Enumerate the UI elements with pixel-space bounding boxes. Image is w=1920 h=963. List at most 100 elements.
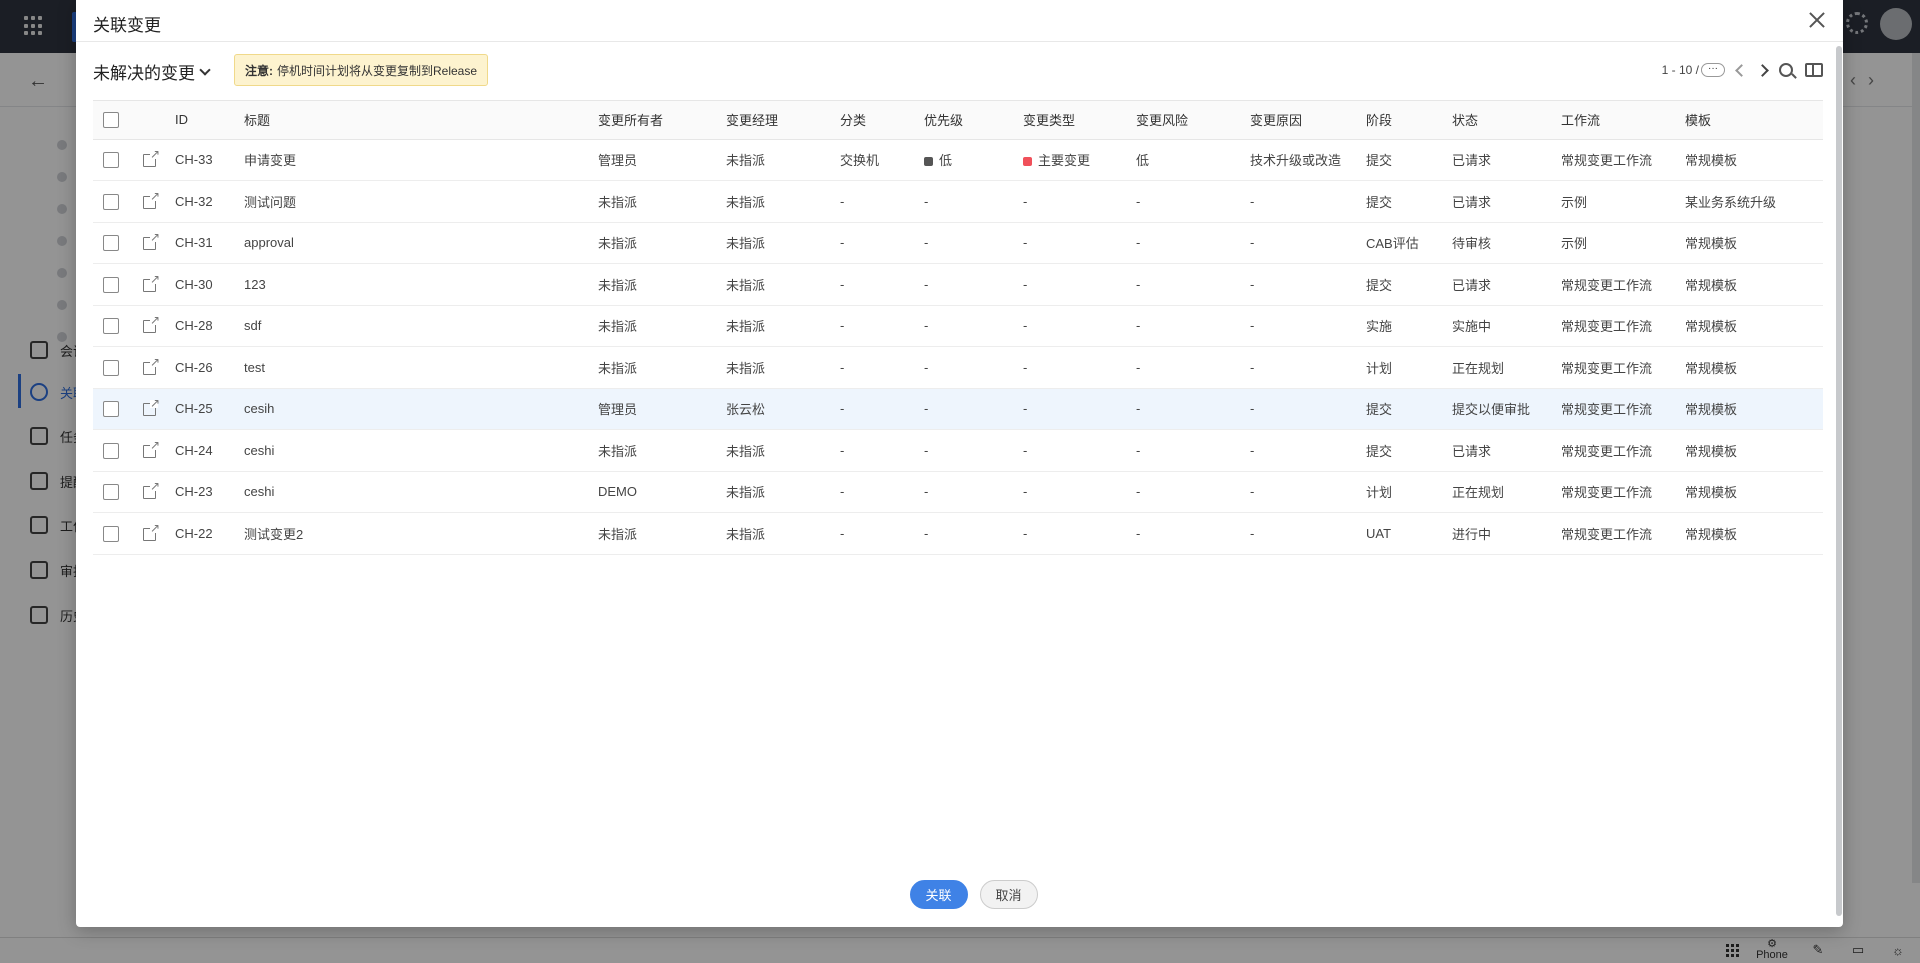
- column-settings-icon[interactable]: [1805, 63, 1823, 77]
- notice-banner: 注意: 停机时间计划将从变更复制到Release: [234, 54, 489, 86]
- column-header[interactable]: 状态: [1452, 101, 1561, 140]
- row-checkbox[interactable]: [103, 235, 119, 252]
- table-cell: 计划: [1366, 471, 1452, 513]
- cell-risk: -: [1136, 318, 1141, 334]
- cell-status: 待审核: [1452, 236, 1492, 252]
- cell-title[interactable]: 申请变更: [244, 153, 296, 168]
- table-row[interactable]: CH-23 ceshi DEMO 未指派 - - - - - 计划 正在规划 常规变更工作流 常规模板: [93, 471, 1823, 513]
- chevron-left-icon[interactable]: [1735, 63, 1748, 77]
- open-external-icon[interactable]: [143, 439, 160, 458]
- open-external-icon[interactable]: [143, 273, 160, 292]
- table-row[interactable]: CH-26 test 未指派 未指派 - - - - - 计划 正在规划 常规变更工作流 常规模板: [93, 346, 1823, 389]
- dialog-scrollbar[interactable]: [1836, 46, 1842, 916]
- row-checkbox[interactable]: [103, 442, 119, 459]
- table-cell: 未指派: [726, 471, 840, 513]
- cell-reason: -: [1250, 525, 1255, 541]
- table-row[interactable]: CH-22 测试变更2 未指派 未指派 - - - - - UAT 进行中 常规变更工作流 常规模板: [93, 512, 1823, 555]
- close-icon[interactable]: [1805, 8, 1829, 32]
- cell-title[interactable]: 测试变更2: [244, 527, 303, 542]
- cell-category: -: [840, 525, 845, 541]
- row-checkbox[interactable]: [103, 193, 119, 210]
- cell-category: 交换机: [840, 153, 880, 169]
- cell-manager: 未指派: [726, 485, 766, 501]
- column-header[interactable]: 优先级: [924, 101, 1023, 140]
- column-header[interactable]: 变更所有者: [598, 101, 726, 140]
- cell-id: CH-32: [175, 193, 213, 209]
- cell-status: 已请求: [1452, 153, 1492, 169]
- table-row[interactable]: CH-30 123 未指派 未指派 - - - - - 提交 已请求 常规变更工作流 常规模板: [93, 263, 1823, 306]
- column-header[interactable]: 变更经理: [726, 101, 840, 140]
- cell-risk: -: [1136, 525, 1141, 541]
- chevron-right-icon[interactable]: [1756, 63, 1769, 77]
- table-cell: 低: [1136, 139, 1250, 181]
- row-checkbox[interactable]: [103, 152, 119, 169]
- column-header[interactable]: 工作流: [1561, 101, 1685, 140]
- column-header[interactable]: 变更风险: [1136, 101, 1250, 140]
- table-cell: 主要变更: [1023, 139, 1136, 181]
- table-row[interactable]: CH-33 申请变更 管理员 未指派 交换机 低 主要变更 低 技术升级或改造 提交 已请求 常规变更…: [93, 139, 1823, 181]
- column-header[interactable]: 变更类型: [1023, 101, 1136, 140]
- row-checkbox[interactable]: [103, 484, 119, 501]
- column-header[interactable]: 模板: [1685, 101, 1823, 140]
- cell-risk: -: [1136, 484, 1141, 500]
- column-header[interactable]: 分类: [840, 101, 924, 140]
- table-cell: ceshi: [244, 429, 598, 472]
- cell-stage: 提交: [1366, 402, 1393, 418]
- table-cell: 常规模板: [1685, 263, 1823, 306]
- cell-title[interactable]: 123: [244, 277, 266, 292]
- cell-title[interactable]: sdf: [244, 318, 261, 333]
- table-row[interactable]: CH-24 ceshi 未指派 未指派 - - - - - 提交 已请求 常规变更工作流 常规模板: [93, 429, 1823, 472]
- open-external-icon[interactable]: [143, 148, 160, 168]
- cell-manager: 未指派: [726, 443, 766, 459]
- table-cell: CH-24: [175, 429, 244, 472]
- table-row[interactable]: CH-25 cesih 管理员 张云松 - - - - - 提交 提交以便审批 常规变更工作流 常规模板: [93, 388, 1823, 430]
- open-external-icon[interactable]: [143, 356, 160, 375]
- table-cell: -: [840, 346, 924, 389]
- table-cell: 123: [244, 263, 598, 306]
- select-all-checkbox[interactable]: [103, 112, 119, 129]
- table-cell: 示例: [1561, 180, 1685, 223]
- table-cell: 常规变更工作流: [1561, 263, 1685, 306]
- cell-title[interactable]: 测试问题: [244, 195, 296, 210]
- table-cell: 技术升级或改造: [1250, 139, 1366, 181]
- table-row[interactable]: CH-31 approval 未指派 未指派 - - - - - CAB评估 待审核 示例 常规模板: [93, 222, 1823, 264]
- row-checkbox[interactable]: [103, 318, 119, 335]
- cell-owner: 未指派: [598, 443, 638, 459]
- open-external-icon[interactable]: [143, 522, 160, 541]
- cell-title[interactable]: test: [244, 360, 265, 375]
- column-header[interactable]: 阶段: [1366, 101, 1452, 140]
- cell-title[interactable]: cesih: [244, 401, 274, 416]
- table-cell: -: [1136, 346, 1250, 389]
- open-external-icon[interactable]: [143, 231, 160, 251]
- column-header[interactable]: ID: [175, 101, 244, 140]
- open-external-icon[interactable]: [143, 480, 160, 500]
- cancel-button[interactable]: 取消: [979, 880, 1038, 909]
- open-external-icon[interactable]: [143, 190, 160, 209]
- column-header[interactable]: 标题: [244, 101, 598, 140]
- cell-title[interactable]: approval: [244, 235, 294, 250]
- cell-title[interactable]: ceshi: [244, 484, 274, 499]
- table-cell: 未指派: [726, 512, 840, 555]
- row-checkbox[interactable]: [103, 359, 119, 376]
- pager-more-button[interactable]: ···: [1701, 63, 1725, 77]
- open-external-icon[interactable]: [143, 397, 160, 417]
- open-external-icon[interactable]: [143, 314, 160, 334]
- cell-priority: -: [924, 442, 929, 458]
- table-cell: -: [840, 388, 924, 430]
- table-cell: 待审核: [1452, 222, 1561, 264]
- table-row[interactable]: CH-28 sdf 未指派 未指派 - - - - - 实施 实施中 常规变更工作流 常规模板: [93, 305, 1823, 347]
- view-selector[interactable]: 未解决的变更: [93, 59, 211, 84]
- dialog-header: 关联变更: [76, 0, 1843, 42]
- table-cell: 未指派: [726, 305, 840, 347]
- table-cell: 正在规划: [1452, 471, 1561, 513]
- cell-title[interactable]: ceshi: [244, 443, 274, 458]
- row-checkbox[interactable]: [103, 401, 119, 418]
- row-checkbox[interactable]: [103, 276, 119, 293]
- column-header[interactable]: 变更原因: [1250, 101, 1366, 140]
- link-button[interactable]: 关联: [909, 880, 968, 909]
- row-checkbox[interactable]: [103, 525, 119, 542]
- search-icon[interactable]: [1779, 63, 1793, 77]
- table-row[interactable]: CH-32 测试问题 未指派 未指派 - - - - - 提交 已请求 示例 某业务系统升级: [93, 180, 1823, 223]
- cell-workflow: 常规变更工作流: [1561, 485, 1653, 501]
- table-cell: -: [840, 222, 924, 264]
